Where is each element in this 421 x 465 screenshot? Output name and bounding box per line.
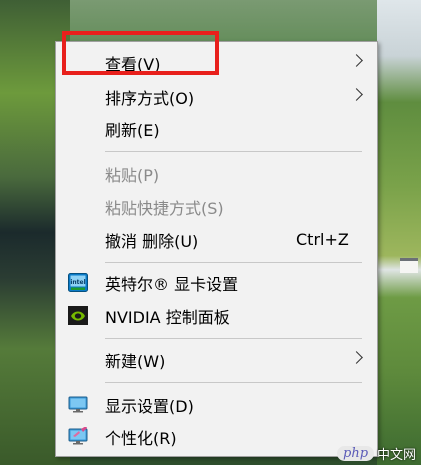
menu-item-label: 显示设置(D) — [105, 396, 194, 416]
menu-item-undo-delete[interactable]: 撤消 删除(U) Ctrl+Z — [56, 224, 377, 255]
menu-item-label: 个性化(R) — [105, 428, 177, 448]
wallpaper-house — [400, 258, 418, 273]
menu-item-display-settings[interactable]: 显示设置(D) — [56, 389, 377, 420]
menu-separator — [105, 338, 362, 339]
menu-item-refresh[interactable]: 刷新(E) — [56, 113, 377, 144]
menu-item-sort-by[interactable]: 排序方式(O) — [56, 81, 377, 112]
chevron-right-icon — [350, 54, 363, 67]
menu-item-nvidia-control-panel[interactable]: NVIDIA 控制面板 — [56, 300, 377, 331]
menu-item-new[interactable]: 新建(W) — [56, 344, 377, 375]
chevron-right-icon — [350, 351, 363, 364]
menu-item-shortcut: Ctrl+Z — [296, 230, 349, 249]
menu-item-label: 粘贴快捷方式(S) — [105, 198, 224, 218]
menu-item-label: NVIDIA 控制面板 — [105, 307, 230, 327]
desktop-context-menu: 查看(V) 排序方式(O) 刷新(E) 粘贴(P) 粘贴快捷方式(S) 撤消 删… — [55, 41, 378, 457]
watermark-site: 中文网 — [377, 447, 417, 463]
menu-separator — [105, 262, 362, 263]
svg-text:intel: intel — [70, 279, 85, 286]
personalize-icon — [68, 426, 88, 446]
menu-item-label: 刷新(E) — [105, 120, 160, 140]
site-watermark: php 中文网 — [337, 443, 416, 463]
menu-item-paste[interactable]: 粘贴(P) — [56, 158, 377, 189]
menu-item-label: 英特尔® 显卡设置 — [105, 274, 239, 294]
highlight-annotation — [62, 31, 219, 75]
intel-graphics-icon: intel — [68, 273, 88, 292]
watermark-badge: php — [337, 445, 375, 461]
chevron-right-icon — [350, 88, 363, 101]
menu-item-personalize[interactable]: 个性化(R) — [56, 421, 377, 452]
menu-separator — [105, 151, 362, 152]
nvidia-icon — [68, 306, 88, 325]
menu-item-label: 撤消 删除(U) — [105, 231, 199, 251]
display-settings-icon — [68, 395, 88, 414]
menu-item-label: 排序方式(O) — [105, 88, 195, 108]
menu-item-paste-shortcut[interactable]: 粘贴快捷方式(S) — [56, 191, 377, 222]
menu-separator — [105, 382, 362, 383]
menu-item-intel-graphics[interactable]: intel 英特尔® 显卡设置 — [56, 267, 377, 298]
wallpaper-hill — [377, 0, 421, 465]
menu-item-label: 粘贴(P) — [105, 165, 160, 185]
menu-item-label: 新建(W) — [105, 351, 166, 371]
